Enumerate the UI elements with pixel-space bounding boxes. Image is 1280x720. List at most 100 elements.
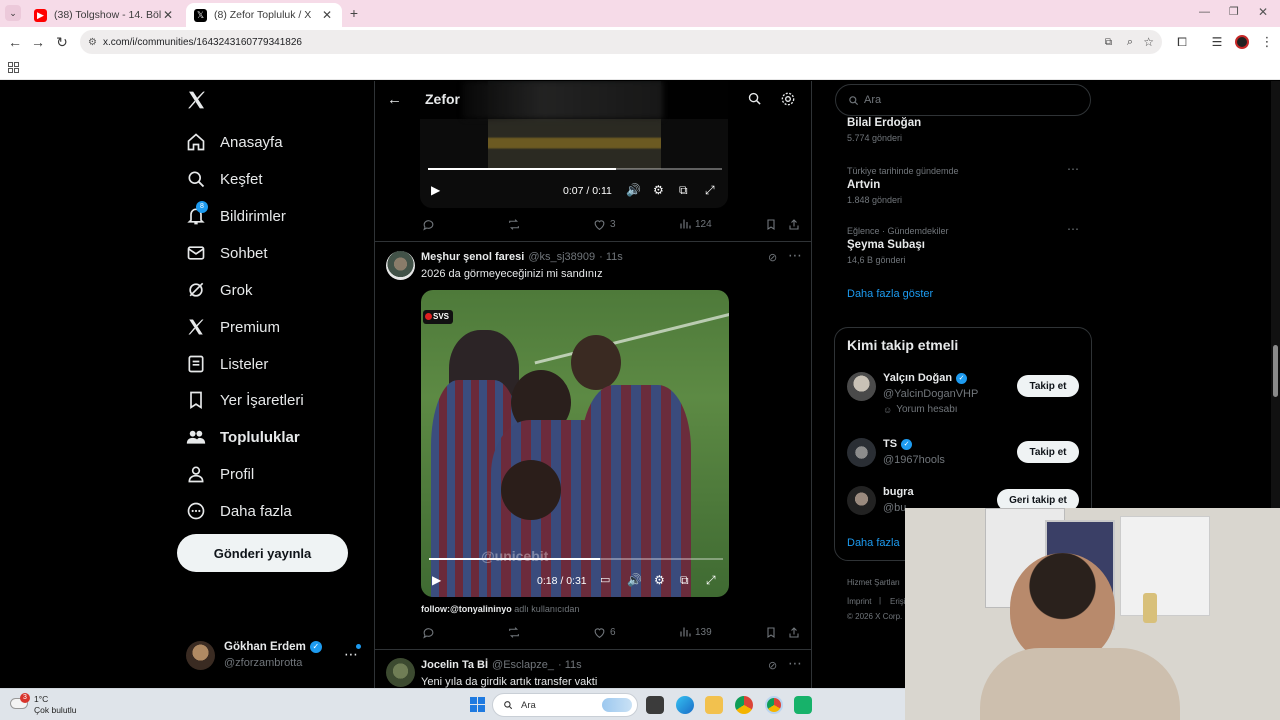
- reply-button[interactable]: [422, 218, 439, 231]
- footer-link[interactable]: Hizmet Şartları: [847, 578, 900, 587]
- nav-grok[interactable]: Grok: [186, 277, 253, 303]
- nav-notifications[interactable]: 8 Bildirimler: [186, 201, 286, 229]
- task-view-icon[interactable]: [646, 696, 664, 714]
- post2-time[interactable]: · 11s: [599, 251, 623, 263]
- x-logo-icon[interactable]: [186, 90, 207, 110]
- tab-x[interactable]: 𝕏 (8) Zefor Topluluk / X ✕: [186, 3, 342, 27]
- search-icon[interactable]: [747, 91, 762, 106]
- account-switcher[interactable]: Gökhan Erdem ✓ @zforzambrotta ⋯: [186, 640, 362, 672]
- nav-communities[interactable]: Topluluklar: [186, 424, 300, 450]
- nav-explore[interactable]: Keşfet: [186, 166, 263, 192]
- close-window-button[interactable]: ✕: [1258, 5, 1268, 19]
- extensions-icon[interactable]: ⧠: [1172, 32, 1192, 52]
- like-button[interactable]: 3: [593, 218, 616, 231]
- show-more-link[interactable]: Daha fazla: [847, 537, 900, 549]
- post2-author-avatar[interactable]: [386, 251, 415, 280]
- bookmark-icon[interactable]: [765, 626, 781, 639]
- close-tab-icon[interactable]: ✕: [320, 8, 334, 22]
- views-button[interactable]: 139: [679, 626, 712, 638]
- nav-more[interactable]: Daha fazla: [186, 498, 292, 524]
- address-bar[interactable]: ⚙ x.com/i/communities/164324316077934182…: [80, 30, 1162, 54]
- fullscreen-icon[interactable]: ⤢: [705, 183, 715, 198]
- play-icon[interactable]: ▶: [432, 573, 441, 587]
- edge-icon[interactable]: [676, 696, 694, 714]
- grok-icon[interactable]: ⊘: [768, 251, 777, 264]
- apps-grid-icon[interactable]: [8, 62, 19, 73]
- repost-button[interactable]: [507, 626, 525, 639]
- nav-profile[interactable]: Profil: [186, 461, 254, 487]
- search-field[interactable]: Ara: [835, 84, 1091, 116]
- tab-list-dropdown[interactable]: ⌄: [5, 5, 21, 21]
- picture-in-picture-icon[interactable]: ⧉: [679, 183, 688, 198]
- chrome-profile-icon[interactable]: [765, 696, 783, 714]
- taskbar-search[interactable]: Ara: [492, 693, 638, 717]
- post-button[interactable]: Gönderi yayınla: [177, 534, 348, 572]
- nav-home[interactable]: Anasayfa: [186, 129, 283, 155]
- video-settings-icon[interactable]: ⚙: [654, 573, 665, 587]
- follow-button[interactable]: Takip et: [1017, 375, 1079, 397]
- site-info-icon[interactable]: ⚙: [88, 37, 97, 48]
- footer-link[interactable]: İmprint: [847, 597, 871, 606]
- more-horizontal-icon[interactable]: ⋯: [1067, 162, 1079, 176]
- scrollbar-thumb[interactable]: [1273, 345, 1278, 397]
- share-icon[interactable]: [788, 626, 804, 639]
- weather-widget[interactable]: 3 1°C Çok bulutlu: [8, 693, 98, 717]
- file-explorer-icon[interactable]: [705, 696, 723, 714]
- video-progress-track[interactable]: [428, 168, 722, 170]
- video-settings-icon[interactable]: ⚙: [653, 183, 664, 197]
- nav-premium[interactable]: Premium: [186, 314, 280, 340]
- play-icon[interactable]: ▶: [431, 183, 440, 197]
- post3-author-name[interactable]: Jocelin Ta Bİ: [421, 659, 488, 671]
- nav-bookmarks[interactable]: Yer İşaretleri: [186, 387, 304, 413]
- new-tab-button[interactable]: +: [346, 5, 362, 21]
- settings-gear-icon[interactable]: [780, 91, 796, 107]
- back-button[interactable]: ←: [5, 32, 25, 52]
- nav-messages[interactable]: Sohbet: [186, 240, 268, 266]
- reading-list-icon[interactable]: ☰: [1207, 32, 1227, 52]
- trend-item[interactable]: Türkiye tarihinde gündemde Artvin 1.848 …: [847, 162, 1079, 205]
- zoom-icon[interactable]: ⌕: [1127, 36, 1133, 49]
- more-horizontal-icon[interactable]: ⋯: [788, 247, 802, 264]
- captions-icon[interactable]: ▭: [600, 573, 610, 586]
- share-icon[interactable]: [788, 218, 804, 231]
- grok-icon[interactable]: ⊘: [768, 659, 777, 672]
- repost-button[interactable]: [507, 218, 525, 231]
- browser-menu-icon[interactable]: ⋮: [1257, 32, 1277, 52]
- volume-icon[interactable]: 🔊: [627, 573, 642, 587]
- fullscreen-icon[interactable]: ⤢: [706, 573, 716, 588]
- views-button[interactable]: 124: [679, 218, 712, 230]
- more-horizontal-icon[interactable]: ⋯: [788, 655, 802, 672]
- more-horizontal-icon[interactable]: ⋯: [1067, 222, 1079, 236]
- post2-author-name[interactable]: Meşhur şenol faresi: [421, 251, 524, 263]
- minimize-button[interactable]: —: [1199, 6, 1210, 18]
- tab-youtube[interactable]: ▶ (38) Tolgshow - 14. Bölüm | Biri ✕: [26, 3, 183, 27]
- chrome-icon[interactable]: [735, 696, 753, 714]
- post3-author-handle[interactable]: @Esclapze_: [492, 659, 554, 671]
- nav-lists[interactable]: Listeler: [186, 351, 268, 377]
- post3-author-avatar[interactable]: [386, 658, 415, 687]
- reply-button[interactable]: [422, 626, 439, 639]
- follow-button[interactable]: Takip et: [1017, 441, 1079, 463]
- start-button[interactable]: [470, 697, 485, 712]
- maximize-button[interactable]: ❐: [1229, 5, 1239, 18]
- app-icon[interactable]: [794, 696, 812, 714]
- volume-icon[interactable]: 🔊: [626, 183, 641, 197]
- profile-avatar[interactable]: [1235, 35, 1249, 49]
- trend-item[interactable]: Eğlence · Gündemdekiler Şeyma Subaşı 14,…: [847, 222, 1079, 265]
- back-arrow-icon[interactable]: ←: [387, 91, 402, 108]
- credit-handle[interactable]: follow:@tonyalininyo: [421, 604, 512, 614]
- picture-in-picture-icon[interactable]: ⧉: [680, 573, 689, 588]
- post2-author-handle[interactable]: @ks_sj38909: [528, 251, 595, 263]
- trend-item[interactable]: Bilal Erdoğan 5.774 gönderi: [847, 117, 1079, 143]
- post2-video[interactable]: SVS @unicebit ▶ 0:18 / 0:31 ▭ 🔊 ⚙ ⧉ ⤢: [421, 290, 729, 597]
- bookmark-star-icon[interactable]: ☆: [1143, 35, 1154, 49]
- forward-button[interactable]: →: [28, 32, 48, 52]
- install-app-icon[interactable]: ⧉: [1105, 37, 1112, 48]
- bookmark-icon[interactable]: [765, 218, 781, 231]
- like-button[interactable]: 6: [593, 626, 616, 639]
- more-horizontal-icon[interactable]: ⋯: [344, 646, 358, 663]
- show-more-link[interactable]: Daha fazla göster: [847, 288, 933, 300]
- close-tab-icon[interactable]: ✕: [161, 8, 175, 22]
- video-progress-track[interactable]: [429, 558, 723, 560]
- post3-time[interactable]: · 11s: [558, 659, 582, 671]
